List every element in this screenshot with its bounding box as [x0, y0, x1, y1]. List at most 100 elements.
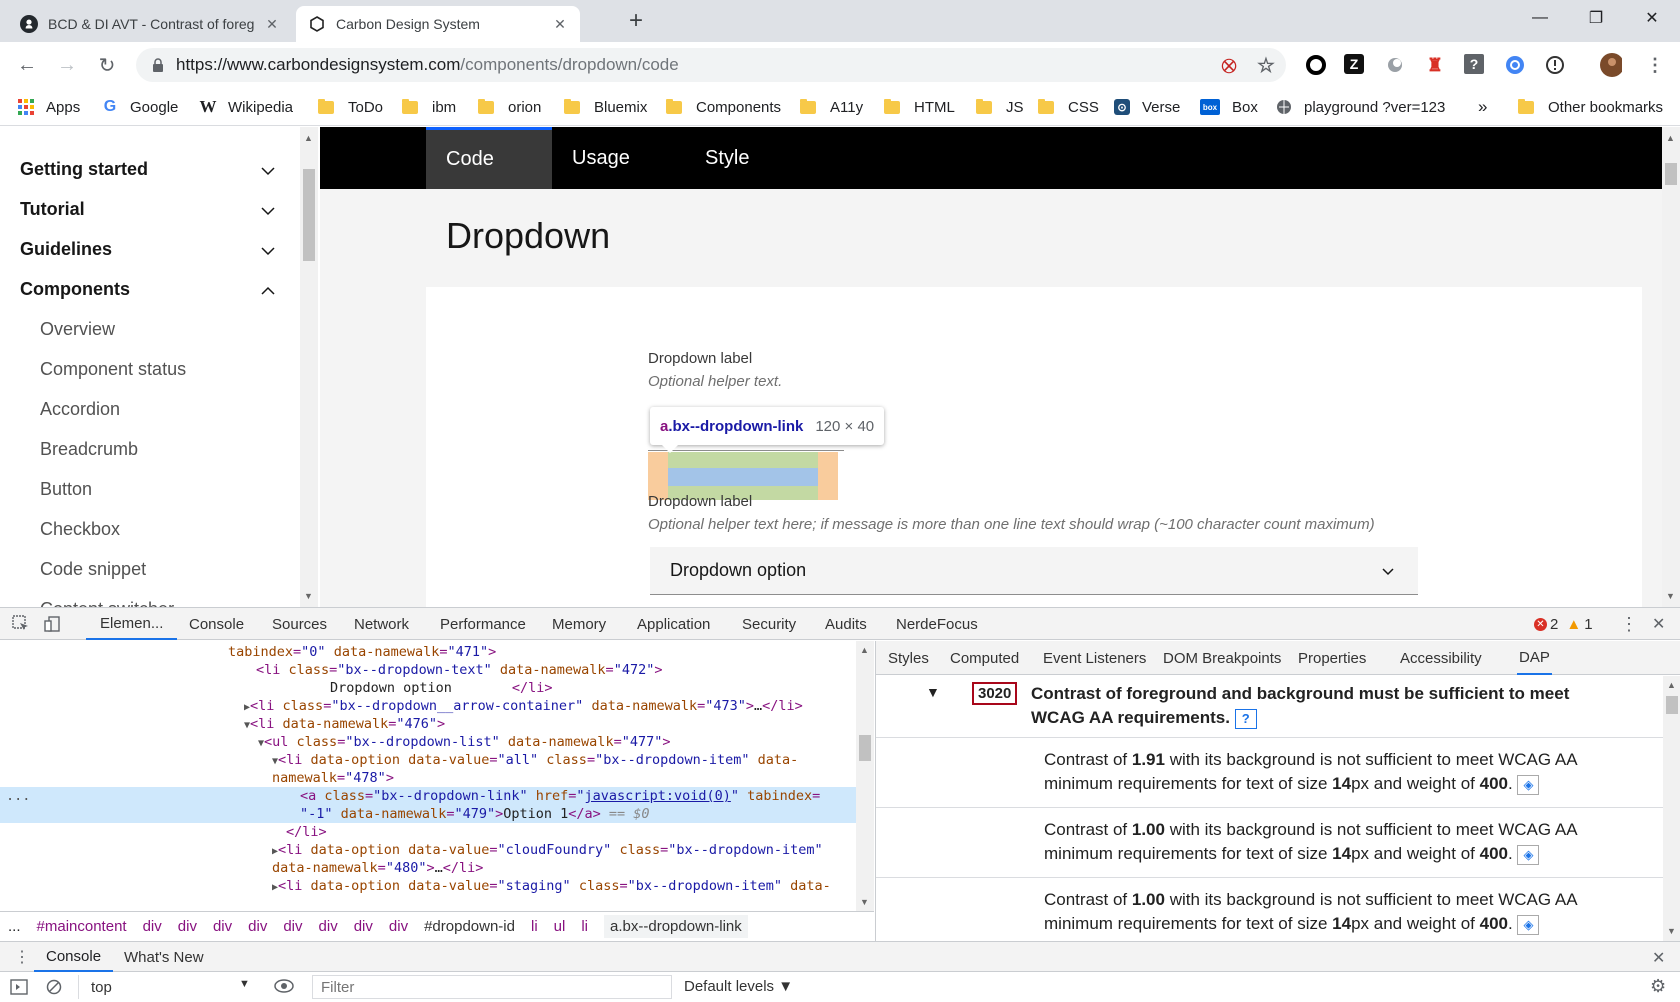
sidebar-section-getting-started[interactable]: Getting started	[20, 159, 148, 180]
breadcrumb-item[interactable]: #maincontent	[37, 918, 127, 935]
bookmark-apps[interactable]: Apps	[18, 96, 80, 118]
error-count[interactable]: ✕ 2 ▲ 1	[1534, 608, 1593, 640]
breadcrumb-item[interactable]: div	[319, 918, 338, 935]
extension-z-icon[interactable]: Z	[1344, 54, 1364, 74]
minimize-button[interactable]: —	[1512, 0, 1568, 36]
dom-node-line[interactable]: ▶<li data-option data-value="staging" cl…	[272, 877, 831, 895]
forward-arrow-icon[interactable]: →	[52, 50, 82, 80]
bookmark-bluemix[interactable]: Bluemix	[564, 96, 647, 118]
side-tab-event-listeners[interactable]: Event Listeners	[1043, 641, 1146, 675]
scrollbar-thumb[interactable]	[1666, 696, 1678, 714]
dom-node-line[interactable]: ▶<li class="bx--dropdown__arrow-containe…	[244, 697, 803, 715]
browser-tab-carbon[interactable]: Carbon Design System ✕	[296, 6, 580, 42]
devtools-tab-console[interactable]: Console	[189, 608, 244, 640]
devtools-tab-performance[interactable]: Performance	[440, 608, 526, 640]
inspect-issue-icon[interactable]: ◈	[1517, 914, 1540, 935]
sidebar-item-accordion[interactable]: Accordion	[40, 399, 120, 420]
filter-input[interactable]	[313, 976, 671, 998]
href-link[interactable]: javascript:void(0)	[585, 788, 731, 804]
new-tab-button[interactable]: +	[618, 6, 654, 36]
devtools-tab-security[interactable]: Security	[742, 608, 796, 640]
bookmark-google[interactable]: G Google	[102, 96, 179, 118]
devtools-tab-nerdefocus[interactable]: NerdeFocus	[896, 608, 978, 640]
bookmark-todo[interactable]: ToDo	[318, 96, 383, 118]
drawer-tab-console[interactable]: Console	[34, 942, 114, 972]
sidebar-item-overview[interactable]: Overview	[40, 319, 115, 340]
devtools-tab-sources[interactable]: Sources	[272, 608, 327, 640]
inspect-element-icon[interactable]	[12, 608, 30, 640]
tab-style[interactable]: Style	[705, 127, 805, 189]
chrome-menu-icon[interactable]: ⋮	[1644, 54, 1666, 76]
bookmark-a11y[interactable]: A11y	[800, 96, 863, 118]
side-tab-dap[interactable]: DAP	[1517, 641, 1552, 675]
breadcrumb-item[interactable]: ul	[554, 918, 566, 935]
clear-console-icon[interactable]	[46, 979, 62, 998]
devtools-tab-elements[interactable]: Elemen...	[86, 608, 178, 640]
profile-avatar[interactable]	[1600, 53, 1622, 77]
browser-tab-bcd[interactable]: BCD & DI AVT - Contrast of foreg ✕	[8, 6, 292, 42]
dom-node-line[interactable]: namewalk="478">	[272, 769, 394, 787]
collapse-triangle-icon[interactable]: ▼	[926, 684, 940, 700]
sidebar-section-guidelines[interactable]: Guidelines	[20, 239, 112, 260]
breadcrumb-current[interactable]: a.bx--dropdown-link	[604, 915, 748, 938]
scroll-up-arrow-icon[interactable]: ▲	[1666, 133, 1675, 143]
sidebar-section-components[interactable]: Components	[20, 279, 130, 300]
bookmark-ibm[interactable]: ibm	[402, 96, 456, 118]
dom-node-line[interactable]: <a class="bx--dropdown-link" href="javas…	[300, 787, 820, 805]
inspect-issue-icon[interactable]: ◈	[1517, 844, 1540, 865]
scrollbar-thumb[interactable]	[859, 735, 871, 761]
extension-grey-circle-icon[interactable]	[1384, 54, 1406, 76]
side-tab-accessibility[interactable]: Accessibility	[1400, 641, 1482, 675]
reload-icon[interactable]: ↻	[92, 50, 122, 80]
dap-issue-row[interactable]: Contrast of 1.00 with its background is …	[876, 878, 1663, 941]
dap-issue-row[interactable]: Contrast of 1.91 with its background is …	[876, 738, 1663, 808]
close-tab-icon[interactable]: ✕	[552, 16, 568, 32]
node-actions-ellipsis[interactable]: ...	[6, 787, 30, 805]
breadcrumb-item[interactable]: div	[354, 918, 373, 935]
devtools-menu-icon[interactable]: ⋮	[1620, 608, 1638, 640]
breadcrumb-item[interactable]: div	[143, 918, 162, 935]
side-tab-properties[interactable]: Properties	[1298, 641, 1366, 675]
scroll-up-arrow-icon[interactable]: ▲	[1667, 680, 1676, 690]
dom-node-line[interactable]: tabindex="0" data-namewalk="471">	[228, 643, 496, 661]
breadcrumb-item[interactable]: div	[178, 918, 197, 935]
devtools-tab-audits[interactable]: Audits	[825, 608, 867, 640]
devtools-tab-memory[interactable]: Memory	[552, 608, 606, 640]
tab-usage[interactable]: Usage	[572, 127, 672, 189]
breadcrumb-item[interactable]: div	[283, 918, 302, 935]
drawer-tab-whats-new[interactable]: What's New	[124, 942, 204, 972]
dom-node-line[interactable]: </li>	[286, 823, 327, 841]
bookmark-playground[interactable]: playground ?ver=123	[1276, 96, 1445, 118]
close-drawer-icon[interactable]: ✕	[1652, 948, 1665, 968]
devtools-tab-application[interactable]: Application	[637, 608, 710, 640]
scroll-down-arrow-icon[interactable]: ▼	[860, 897, 869, 907]
help-icon[interactable]: ?	[1234, 709, 1257, 729]
log-levels-dropdown[interactable]: Default levels ▼	[684, 978, 793, 995]
scrollbar-thumb[interactable]	[1665, 163, 1677, 185]
elements-scrollbar[interactable]: ▲ ▼	[856, 641, 874, 911]
bookmark-html[interactable]: HTML	[884, 96, 955, 118]
sidebar-item-content-switcher[interactable]: Content switcher	[40, 599, 174, 607]
dom-node-line[interactable]: data-namewalk="480">…</li>	[272, 859, 483, 877]
breadcrumb-item[interactable]: div	[389, 918, 408, 935]
bookmark-components[interactable]: Components	[666, 96, 781, 118]
extension-help-icon[interactable]: ?	[1464, 54, 1484, 74]
dom-node-line[interactable]: Dropdown option </li>	[330, 679, 553, 697]
bookmark-js[interactable]: JS	[976, 96, 1024, 118]
back-arrow-icon[interactable]: ←	[12, 50, 42, 80]
extension-blue-icon[interactable]	[1504, 54, 1526, 76]
dom-node-line[interactable]: "-1" data-namewalk="479">Option 1</a> ==…	[300, 805, 650, 823]
scrollbar-thumb[interactable]	[303, 169, 315, 261]
dap-issue-row[interactable]: Contrast of 1.00 with its background is …	[876, 808, 1663, 878]
dom-node-line[interactable]: <li class="bx--dropdown-text" data-namew…	[256, 661, 662, 679]
dap-rule-header[interactable]: ▼ 3020 Contrast of foreground and backgr…	[876, 676, 1663, 738]
bookmark-verse[interactable]: ⊙ Verse	[1114, 96, 1180, 118]
close-tab-icon[interactable]: ✕	[264, 16, 280, 32]
extension-shield-icon[interactable]: ♜	[1424, 54, 1446, 76]
breadcrumb-item[interactable]: li	[531, 918, 538, 935]
side-tab-styles[interactable]: Styles	[888, 641, 929, 675]
sidebar-section-tutorial[interactable]: Tutorial	[20, 199, 85, 220]
side-tab-computed[interactable]: Computed	[950, 641, 1019, 675]
bookmark-star-icon[interactable]: ☆	[1255, 54, 1277, 77]
bookmark-other[interactable]: Other bookmarks	[1518, 96, 1663, 118]
